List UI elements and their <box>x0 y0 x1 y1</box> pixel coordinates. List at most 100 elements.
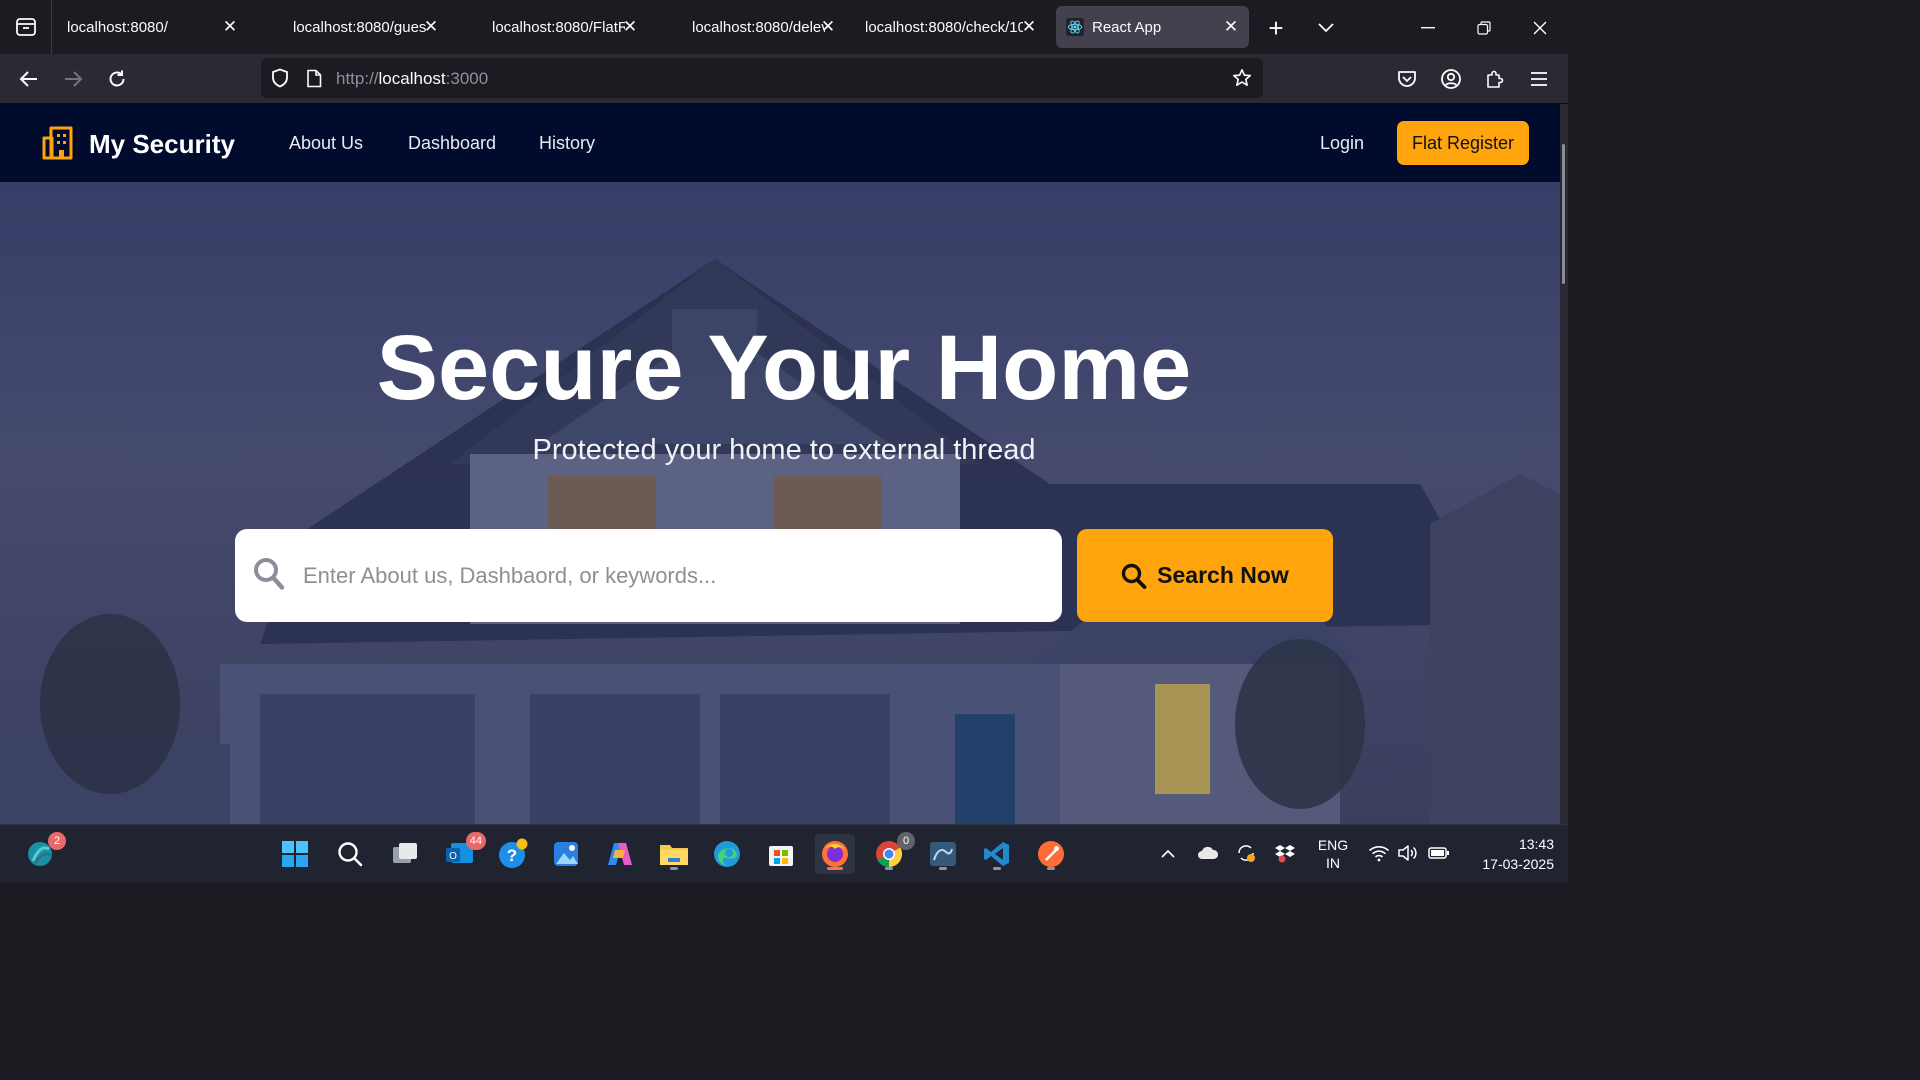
tab-overview-button[interactable] <box>0 0 52 54</box>
active-indicator <box>827 867 843 870</box>
restore-icon[interactable] <box>1470 14 1498 42</box>
tab-localhost-flat[interactable]: localhost:8080/FlatR ✕ <box>478 6 648 48</box>
tab-localhost-root[interactable]: localhost:8080/ ✕ <box>53 6 248 48</box>
mysql-workbench-icon <box>930 842 956 866</box>
flat-register-button[interactable]: Flat Register <box>1397 121 1529 165</box>
language-code: ENG <box>1317 837 1349 853</box>
minimize-icon[interactable] <box>1414 14 1442 42</box>
hamburger-menu-icon[interactable] <box>1526 66 1552 92</box>
task-view-icon <box>393 843 417 863</box>
taskbar-search-button[interactable] <box>330 834 370 874</box>
pocket-icon[interactable] <box>1394 66 1420 92</box>
forward-icon[interactable] <box>60 66 86 92</box>
tab-title: localhost:8080/delev <box>692 18 825 36</box>
widgets-button[interactable]: 2 <box>20 832 66 874</box>
hero-subtitle: Protected your home to external thread <box>532 434 1036 466</box>
close-tab-icon[interactable]: ✕ <box>1019 17 1039 37</box>
close-window-icon[interactable] <box>1526 14 1554 42</box>
edge-icon <box>714 841 740 867</box>
close-tab-icon[interactable]: ✕ <box>220 17 240 37</box>
photos-app[interactable] <box>546 834 586 874</box>
copilot-app[interactable] <box>600 834 640 874</box>
postman-app[interactable] <box>1031 834 1071 874</box>
sync-icon[interactable] <box>1234 841 1258 865</box>
svg-text:O: O <box>449 851 457 862</box>
login-link[interactable]: Login <box>1320 133 1364 154</box>
extensions-puzzle-icon[interactable] <box>1482 66 1508 92</box>
tab-title: localhost:8080/gues <box>293 18 426 36</box>
running-indicator <box>1047 867 1055 870</box>
nav-link-history[interactable]: History <box>539 133 595 154</box>
address-bar[interactable]: http://localhost:3000 <box>261 58 1263 98</box>
running-indicator <box>885 867 893 870</box>
close-tab-icon[interactable]: ✕ <box>620 17 640 37</box>
url-text[interactable]: http://localhost:3000 <box>336 69 488 89</box>
search-box <box>235 529 1062 622</box>
scrollbar-thumb[interactable] <box>1562 144 1565 284</box>
tracking-protection-shield-icon[interactable] <box>269 67 291 89</box>
chrome-badge: 0 <box>897 832 915 850</box>
language-indicator[interactable]: ENG IN <box>1312 836 1354 872</box>
running-indicator <box>993 867 1001 870</box>
show-hidden-icons-chevron-up-icon[interactable] <box>1158 843 1178 863</box>
bookmark-star-icon[interactable] <box>1231 67 1253 89</box>
account-icon[interactable] <box>1438 66 1464 92</box>
store-icon <box>769 846 793 866</box>
tab-title: localhost:8080/check/10 <box>865 18 1023 36</box>
brand-name[interactable]: My Security <box>89 129 235 160</box>
vscode-app[interactable] <box>977 834 1017 874</box>
start-button[interactable] <box>275 834 315 874</box>
search-now-button[interactable]: Search Now <box>1077 529 1333 622</box>
tab-localhost-check[interactable]: localhost:8080/check/10 ✕ <box>851 6 1047 48</box>
building-logo-icon[interactable] <box>42 126 74 165</box>
svg-text:?: ? <box>507 846 517 865</box>
new-tab-icon[interactable]: + <box>1262 13 1290 43</box>
wifi-icon[interactable] <box>1367 842 1391 864</box>
tab-title: React App <box>1092 18 1162 36</box>
file-explorer-app[interactable] <box>654 834 694 874</box>
dropbox-icon[interactable] <box>1273 841 1297 865</box>
url-host: localhost <box>378 69 446 88</box>
vscode-icon <box>984 842 1009 866</box>
help-icon: ? <box>499 838 528 868</box>
folder-icon <box>660 845 688 865</box>
firefox-app[interactable] <box>815 834 855 874</box>
search-input[interactable] <box>303 551 1043 601</box>
close-tab-icon[interactable]: ✕ <box>421 17 441 37</box>
edge-app[interactable] <box>707 834 747 874</box>
page-scrollbar[interactable] <box>1560 104 1568 824</box>
navigation-toolbar: http://localhost:3000 <box>0 54 1568 104</box>
tab-react-app[interactable]: React App ✕ <box>1056 6 1249 48</box>
back-icon[interactable] <box>16 66 42 92</box>
tab-localhost-guest[interactable]: localhost:8080/gues ✕ <box>279 6 449 48</box>
tab-title: localhost:8080/ <box>67 18 168 36</box>
search-button-label: Search Now <box>1157 562 1289 588</box>
region-code: IN <box>1326 855 1340 871</box>
react-icon <box>1066 18 1084 36</box>
get-help-app[interactable]: ? <box>493 834 533 874</box>
battery-icon[interactable] <box>1426 842 1452 864</box>
onedrive-cloud-icon[interactable] <box>1196 841 1220 865</box>
clock[interactable]: 13:43 17-03-2025 <box>1462 834 1554 874</box>
microsoft-store-app[interactable] <box>761 834 801 874</box>
url-port: :3000 <box>445 69 489 88</box>
close-tab-icon[interactable]: ✕ <box>1221 17 1241 37</box>
page-info-icon[interactable] <box>303 67 325 89</box>
tab-bar: localhost:8080/ ✕ localhost:8080/gues ✕ … <box>0 0 1568 54</box>
reload-icon[interactable] <box>104 66 130 92</box>
task-view-button[interactable] <box>385 834 425 874</box>
chrome-app[interactable]: 0 <box>869 832 915 874</box>
tab-list-icon <box>15 18 36 36</box>
nav-link-about-us[interactable]: About Us <box>289 133 363 154</box>
volume-icon[interactable] <box>1396 842 1420 864</box>
mail-app[interactable]: O 44 <box>440 832 486 874</box>
nav-link-dashboard[interactable]: Dashboard <box>408 133 496 154</box>
close-tab-icon[interactable]: ✕ <box>818 17 838 37</box>
windows-taskbar: 2 O 44 ? 0 ENG IN 13:43 17-03-2025 <box>0 824 1568 882</box>
running-indicator <box>939 867 947 870</box>
mysql-workbench-app[interactable] <box>923 834 963 874</box>
mail-badge: 44 <box>465 832 486 850</box>
tab-localhost-delete[interactable]: localhost:8080/delev ✕ <box>678 6 846 48</box>
list-all-tabs-icon[interactable] <box>1312 14 1340 42</box>
web-page: My Security About Us Dashboard History L… <box>0 104 1560 824</box>
